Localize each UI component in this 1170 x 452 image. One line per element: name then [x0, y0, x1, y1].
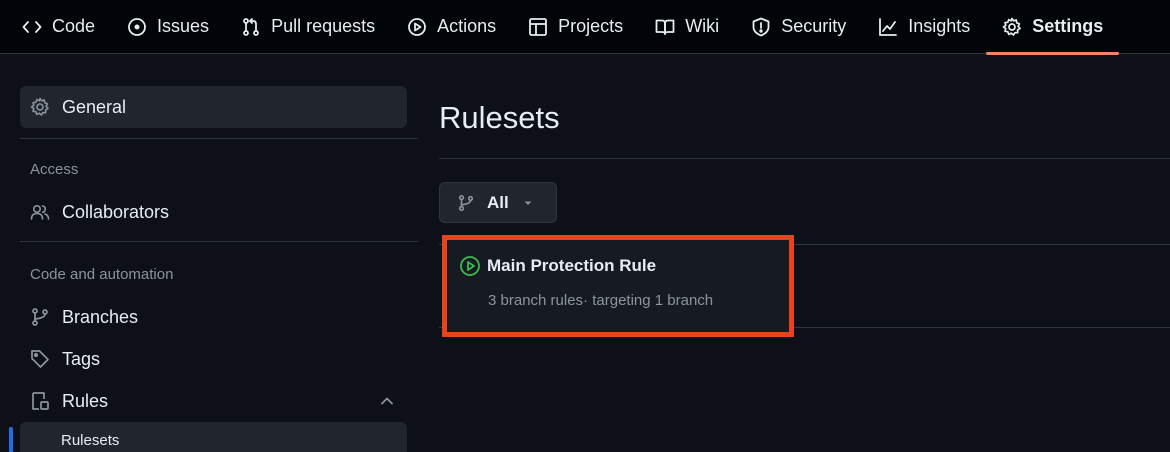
- tab-wiki[interactable]: Wiki: [639, 0, 735, 54]
- tab-settings-label: Settings: [1032, 16, 1104, 36]
- graph-icon: [878, 17, 898, 37]
- sidebar-item-branches[interactable]: Branches: [20, 297, 407, 337]
- branch-filter-dropdown[interactable]: All: [439, 182, 557, 223]
- page-title: Rulesets: [439, 100, 560, 135]
- tab-code-label: Code: [52, 16, 96, 36]
- branch-icon: [457, 194, 475, 212]
- tab-settings[interactable]: Settings: [986, 0, 1120, 55]
- book-icon: [655, 17, 675, 37]
- sidebar-item-branches-label: Branches: [62, 306, 139, 327]
- table-icon: [528, 17, 548, 37]
- branch-filter-label: All: [487, 192, 509, 212]
- sidebar-item-rulesets-label: Rulesets: [61, 431, 120, 449]
- sidebar-item-collaborators-label: Collaborators: [62, 201, 170, 222]
- gear-icon: [1002, 17, 1022, 37]
- sidebar-divider: [20, 138, 418, 139]
- shield-icon: [751, 17, 771, 37]
- settings-sidebar: General Access Collaborators Code and au…: [0, 55, 418, 452]
- rulesets-panel: Rulesets All Main Protection Rule 3 bran…: [439, 55, 1170, 452]
- code-icon: [22, 17, 42, 37]
- tab-insights[interactable]: Insights: [862, 0, 986, 54]
- sidebar-item-general[interactable]: General: [20, 86, 407, 128]
- tab-issues-label: Issues: [157, 16, 210, 36]
- tab-code[interactable]: Code: [6, 0, 111, 54]
- gear-icon: [30, 97, 50, 117]
- ruleset-link[interactable]: Main Protection Rule: [459, 255, 656, 277]
- tab-projects[interactable]: Projects: [512, 0, 639, 54]
- sidebar-item-rules-label: Rules: [62, 390, 109, 411]
- title-divider: [439, 158, 1170, 159]
- tab-insights-label: Insights: [908, 16, 971, 36]
- tab-pull-requests-label: Pull requests: [271, 16, 376, 36]
- sidebar-item-tags-label: Tags: [62, 348, 101, 369]
- sidebar-heading-access: Access: [30, 161, 79, 178]
- sidebar-item-rulesets[interactable]: Rulesets: [20, 422, 407, 452]
- sidebar-item-collaborators[interactable]: Collaborators: [20, 192, 407, 232]
- tab-actions[interactable]: Actions: [391, 0, 512, 54]
- sidebar-item-tags[interactable]: Tags: [20, 339, 407, 379]
- caret-down-icon: [523, 198, 533, 208]
- sidebar-heading-code-automation: Code and automation: [30, 266, 174, 283]
- tab-security-label: Security: [781, 16, 847, 36]
- active-status-icon: [459, 255, 481, 277]
- pull-request-icon: [241, 17, 261, 37]
- rules-icon: [30, 391, 50, 411]
- tab-projects-label: Projects: [558, 16, 624, 36]
- chevron-up-icon[interactable]: [377, 391, 397, 411]
- people-icon: [30, 202, 50, 222]
- sidebar-item-rules[interactable]: Rules: [20, 381, 407, 421]
- highlight-annotation-box: [442, 235, 794, 337]
- issue-icon: [127, 17, 147, 37]
- tab-issues[interactable]: Issues: [111, 0, 225, 54]
- tab-security[interactable]: Security: [735, 0, 862, 54]
- active-item-indicator: [9, 427, 13, 452]
- sidebar-divider: [20, 241, 418, 242]
- play-icon: [407, 17, 427, 37]
- tab-actions-label: Actions: [437, 16, 497, 36]
- tab-wiki-label: Wiki: [685, 16, 720, 36]
- tab-pull-requests[interactable]: Pull requests: [225, 0, 391, 54]
- sidebar-item-general-label: General: [62, 96, 127, 117]
- ruleset-meta: 3 branch rules· targeting 1 branch: [488, 292, 714, 309]
- ruleset-name: Main Protection Rule: [487, 256, 657, 275]
- repo-nav: Code Issues Pull requests Actions Projec…: [0, 0, 1170, 55]
- tag-icon: [30, 349, 50, 369]
- branch-icon: [30, 307, 50, 327]
